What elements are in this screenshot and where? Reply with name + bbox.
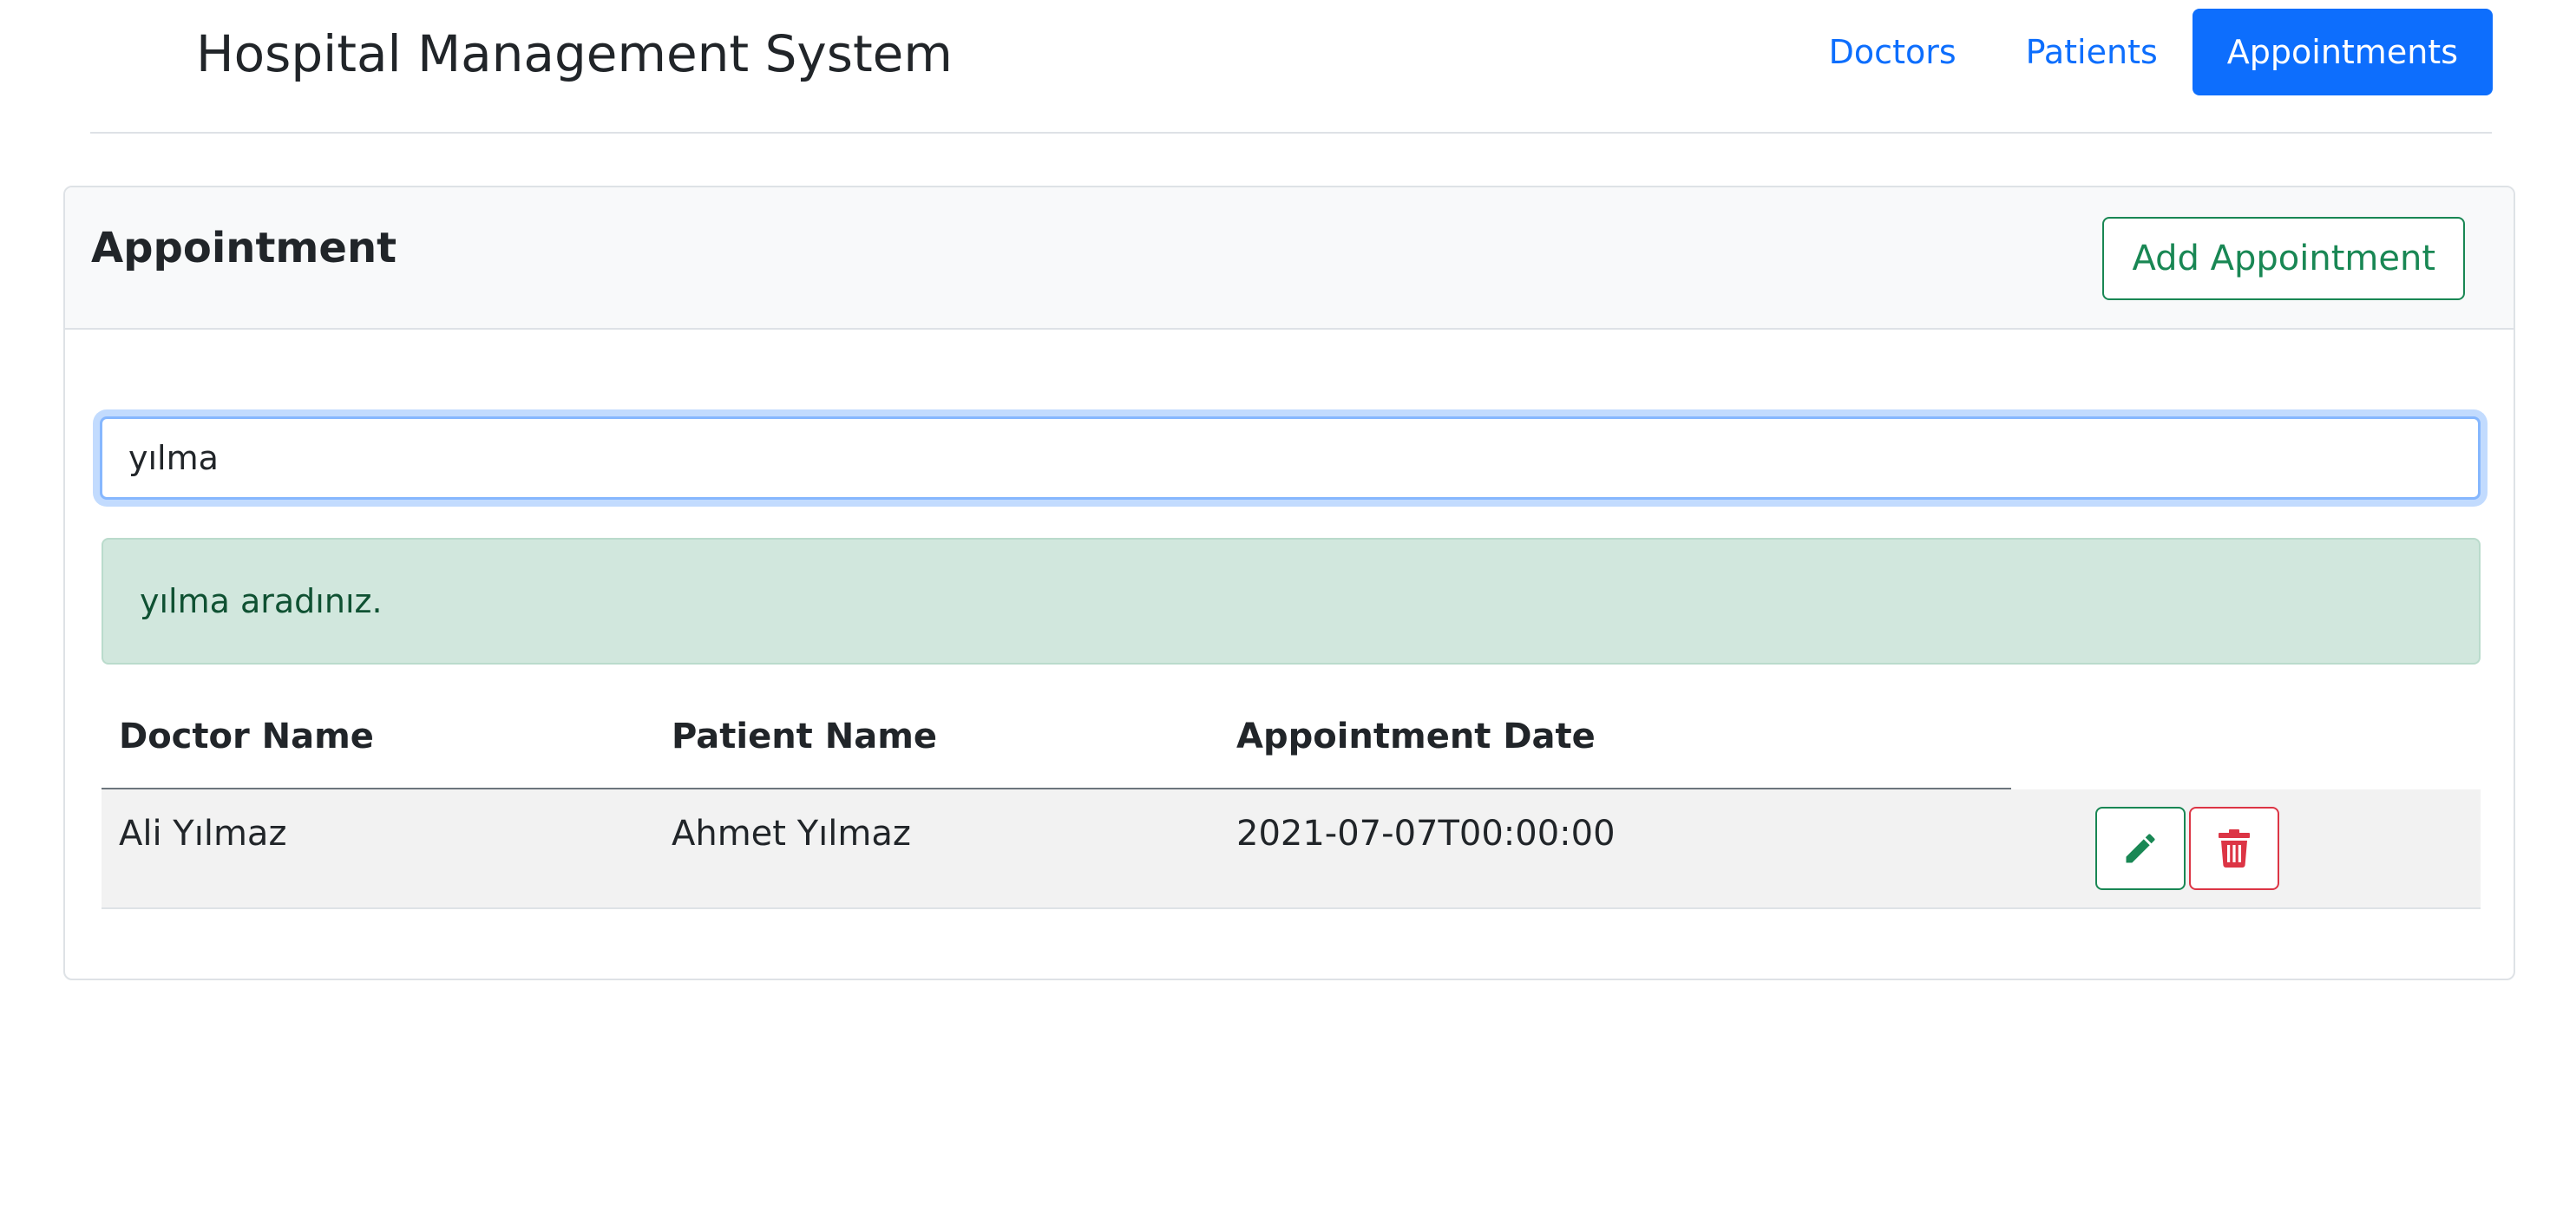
delete-button[interactable] bbox=[2189, 807, 2279, 890]
cell-appointment-date: 2021-07-07T00:00:00 bbox=[1236, 814, 1616, 854]
appointment-card: Appointment Add Appointment yılma aradın… bbox=[63, 186, 2515, 980]
column-header-doctor: Doctor Name bbox=[119, 717, 374, 756]
header-divider bbox=[90, 132, 2492, 134]
cell-patient-name: Ahmet Yılmaz bbox=[672, 814, 911, 854]
search-input[interactable] bbox=[100, 416, 2481, 500]
pencil-icon bbox=[2126, 834, 2155, 863]
card-header: Appointment Add Appointment bbox=[65, 187, 2514, 330]
cell-doctor-name: Ali Yılmaz bbox=[119, 814, 287, 854]
search-result-alert: yılma aradınız. bbox=[102, 538, 2481, 665]
table-header: Doctor Name Patient Name Appointment Dat… bbox=[102, 691, 2481, 789]
edit-button[interactable] bbox=[2095, 807, 2186, 890]
appointments-table: Doctor Name Patient Name Appointment Dat… bbox=[102, 691, 2481, 909]
add-appointment-button[interactable]: Add Appointment bbox=[2102, 217, 2465, 300]
top-nav: Doctors Patients Appointments bbox=[1794, 9, 2493, 95]
trash-icon bbox=[2219, 829, 2250, 868]
nav-doctors[interactable]: Doctors bbox=[1794, 9, 1991, 95]
nav-appointments[interactable]: Appointments bbox=[2192, 9, 2493, 95]
nav-patients[interactable]: Patients bbox=[1991, 9, 2193, 95]
column-header-date: Appointment Date bbox=[1236, 717, 1596, 756]
app-title: Hospital Management System bbox=[196, 24, 953, 83]
column-header-patient: Patient Name bbox=[672, 717, 937, 756]
table-row: Ali Yılmaz Ahmet Yılmaz 2021-07-07T00:00… bbox=[102, 789, 2481, 909]
card-title: Appointment bbox=[91, 224, 397, 272]
